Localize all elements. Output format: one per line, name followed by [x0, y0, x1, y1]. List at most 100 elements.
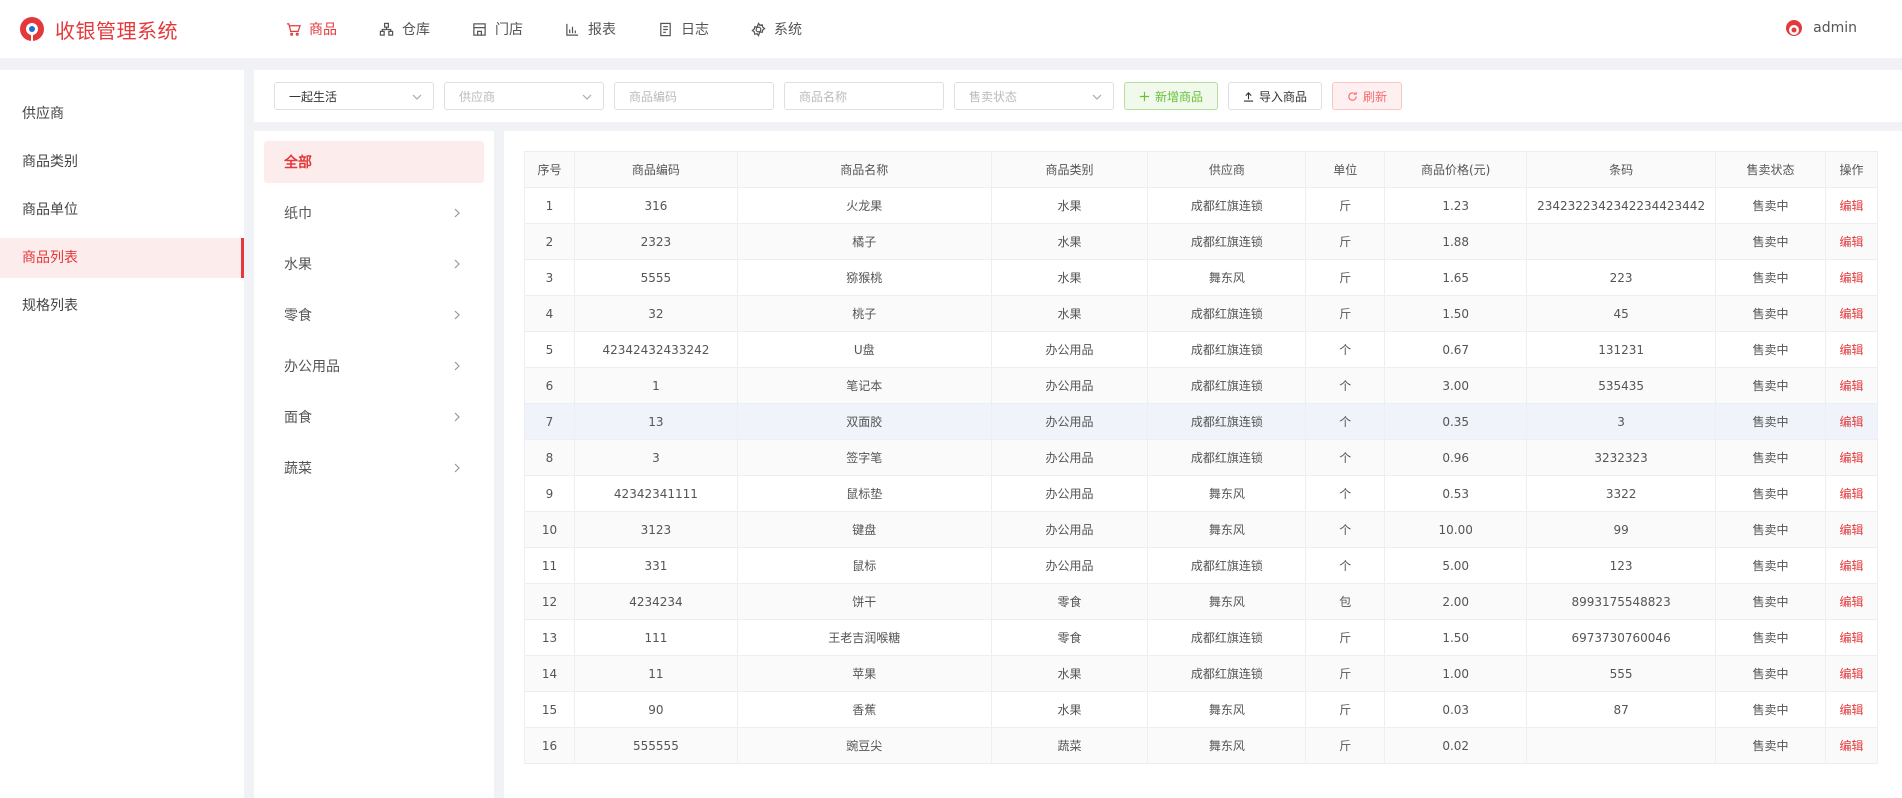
table-cell: 舞东风 [1147, 259, 1307, 296]
add-goods-label: 新增商品 [1155, 89, 1204, 104]
table-cell: 1 [573, 367, 738, 404]
table-row[interactable]: 14 11 苹果 水果 成都红旗连锁斤 1.00 555 售卖中 编辑 [524, 655, 1879, 692]
table-row[interactable]: 9 42342341111 鼠标垫 办公用品 舞东风个 0.53 3322 售卖中 编辑 [524, 475, 1879, 512]
table-row[interactable]: 11 331 鼠标 办公用品 成都红旗连锁个 5.00 123 售卖中 编辑 [524, 547, 1879, 584]
table-row[interactable]: 8 3 签字笔 办公用品 成都红旗连锁个 0.96 3232323 售卖中 编辑 [524, 439, 1879, 476]
table-cell: 4234234 [573, 583, 738, 620]
table-cell: 90 [573, 691, 738, 728]
table-cell: 555555 [573, 727, 738, 764]
table-row[interactable]: 3 5555 猕猴桃 水果 舞东风斤 1.65 223 售卖中 编辑 [524, 259, 1879, 296]
table-row[interactable]: 10 3123 键盘 办公用品 舞东风个 10.00 99 售卖中 编辑 [524, 511, 1879, 548]
edit-link[interactable]: 编辑 [1839, 307, 1863, 321]
table-cell: 1.23 [1384, 187, 1528, 224]
table-cell: 316 [573, 187, 738, 224]
nav-item-store[interactable]: 门店 [472, 19, 523, 39]
table-cell: 豌豆尖 [736, 727, 992, 764]
chart-icon [566, 23, 579, 36]
store-select[interactable]: 一起生活 [274, 82, 434, 110]
edit-link[interactable]: 编辑 [1839, 523, 1863, 537]
table-cell: 1.00 [1384, 655, 1528, 692]
edit-link[interactable]: 编辑 [1839, 415, 1863, 429]
table-row[interactable]: 2 2323 橘子 水果 成都红旗连锁斤 1.88 售卖中 编辑 [524, 223, 1879, 260]
category-label: 零食 [284, 308, 312, 324]
edit-link[interactable]: 编辑 [1839, 235, 1863, 249]
category-item-vegetable[interactable]: 蔬菜 [264, 447, 484, 489]
sale-status-select[interactable]: 售卖状态 [954, 82, 1114, 110]
table-cell: 售卖中 [1715, 439, 1826, 476]
goods-name-input[interactable]: 商品名称 [784, 82, 944, 110]
supplier-select[interactable]: 供应商 [444, 82, 604, 110]
edit-link[interactable]: 编辑 [1839, 199, 1863, 213]
table-cell: 131231 [1526, 331, 1717, 368]
table-cell: 饼干 [736, 583, 992, 620]
table-cell: 售卖中 [1715, 511, 1826, 548]
table-cell: 售卖中 [1715, 295, 1826, 332]
nav-item-log[interactable]: 日志 [658, 19, 709, 39]
edit-link[interactable]: 编辑 [1839, 739, 1863, 753]
table-cell: 12 [524, 583, 575, 620]
edit-link[interactable]: 编辑 [1839, 271, 1863, 285]
nav-item-system[interactable]: 系统 [751, 19, 802, 39]
sidebar-item-goods-list[interactable]: 商品列表 [0, 238, 244, 278]
edit-link[interactable]: 编辑 [1839, 703, 1863, 717]
goods-table: 序号 商品编码 商品名称 商品类别 供应商 单位 商品价格(元) 条码 售卖状态… [524, 151, 1879, 764]
nav-label: 报表 [588, 22, 616, 38]
edit-link[interactable]: 编辑 [1839, 487, 1863, 501]
edit-link[interactable]: 编辑 [1839, 451, 1863, 465]
table-row[interactable]: 4 32 桃子 水果 成都红旗连锁斤 1.50 45 售卖中 编辑 [524, 295, 1879, 332]
category-item-fruit[interactable]: 水果 [264, 243, 484, 285]
edit-link[interactable]: 编辑 [1839, 667, 1863, 681]
sidebar-item-supplier[interactable]: 供应商 [0, 94, 244, 134]
category-item-snack[interactable]: 零食 [264, 294, 484, 336]
table-cell: 售卖中 [1715, 187, 1826, 224]
table-row[interactable]: 1 316 火龙果 水果 成都红旗连锁斤 1.23 23423223423422344234… [524, 187, 1879, 224]
table-row[interactable]: 16 555555 豌豆尖 蔬菜 舞东风斤 0.02 售卖中 编辑 [524, 727, 1879, 764]
table-row[interactable]: 6 1 笔记本 办公用品 成都红旗连锁个 3.00 535435 售卖中 编辑 [524, 367, 1879, 404]
table-cell [1526, 727, 1717, 764]
edit-link[interactable]: 编辑 [1839, 379, 1863, 393]
edit-link[interactable]: 编辑 [1839, 559, 1863, 573]
nav-item-goods[interactable]: 商品 [286, 19, 337, 39]
table-cell: 1.50 [1384, 619, 1528, 656]
user-menu[interactable]: admin [1785, 19, 1857, 37]
logo[interactable]: 收银管理系统 [19, 15, 269, 44]
table-cell: 42342432433242 [573, 331, 738, 368]
table-cell: 编辑 [1824, 583, 1879, 620]
sidebar-item-category[interactable]: 商品类别 [0, 142, 244, 182]
sidebar-item-spec-list[interactable]: 规格列表 [0, 286, 244, 326]
category-item-office[interactable]: 办公用品 [264, 345, 484, 387]
table-row[interactable]: 15 90 香蕉 水果 舞东风斤 0.03 87 售卖中 编辑 [524, 691, 1879, 728]
nav-item-report[interactable]: 报表 [565, 19, 616, 39]
table-cell: 零食 [990, 619, 1149, 656]
table-cell: 售卖中 [1715, 583, 1826, 620]
refresh-button[interactable]: 刷新 [1332, 82, 1403, 110]
category-label: 水果 [284, 257, 312, 273]
table-cell: 办公用品 [990, 439, 1149, 476]
store-select-value: 一起生活 [289, 89, 338, 104]
goods-code-input[interactable]: 商品编码 [614, 82, 774, 110]
sidebar-item-unit[interactable]: 商品单位 [0, 190, 244, 230]
table-row[interactable]: 5 42342432433242 U盘 办公用品 成都红旗连锁个 0.67 131231 售卖… [524, 331, 1879, 368]
table-cell: 个 [1305, 403, 1386, 440]
table-cell: 0.53 [1384, 475, 1528, 512]
nav-label: 日志 [681, 22, 709, 38]
nav-item-warehouse[interactable]: 仓库 [379, 19, 430, 39]
goods-code-placeholder: 商品编码 [629, 89, 678, 104]
edit-link[interactable]: 编辑 [1839, 343, 1863, 357]
import-goods-button[interactable]: 导入商品 [1228, 82, 1323, 110]
table-cell: 331 [573, 547, 738, 584]
table-row[interactable]: 7 13 双面胶 办公用品 成都红旗连锁个 0.35 3 售卖中 编辑 [524, 403, 1879, 440]
table-row[interactable]: 12 4234234 饼干 零食 舞东风包 2.00 8993175548823 售卖中 编辑 [524, 583, 1879, 620]
edit-link[interactable]: 编辑 [1839, 631, 1863, 645]
edit-link[interactable]: 编辑 [1839, 595, 1863, 609]
table-cell: 售卖中 [1715, 619, 1826, 656]
table-cell: 个 [1305, 475, 1386, 512]
category-item-tissue[interactable]: 纸巾 [264, 192, 484, 234]
table-cell: 斤 [1305, 259, 1386, 296]
category-item-all[interactable]: 全部 [264, 141, 484, 183]
add-goods-button[interactable]: 新增商品 [1124, 82, 1219, 110]
sidebar: 供应商 商品类别 商品单位 商品列表 规格列表 [0, 70, 244, 798]
table-row[interactable]: 13 111 王老吉润喉糖 零食 成都红旗连锁斤 1.50 6973730760046 售卖中… [524, 619, 1879, 656]
table-cell: 5.00 [1384, 547, 1528, 584]
category-item-noodle[interactable]: 面食 [264, 396, 484, 438]
